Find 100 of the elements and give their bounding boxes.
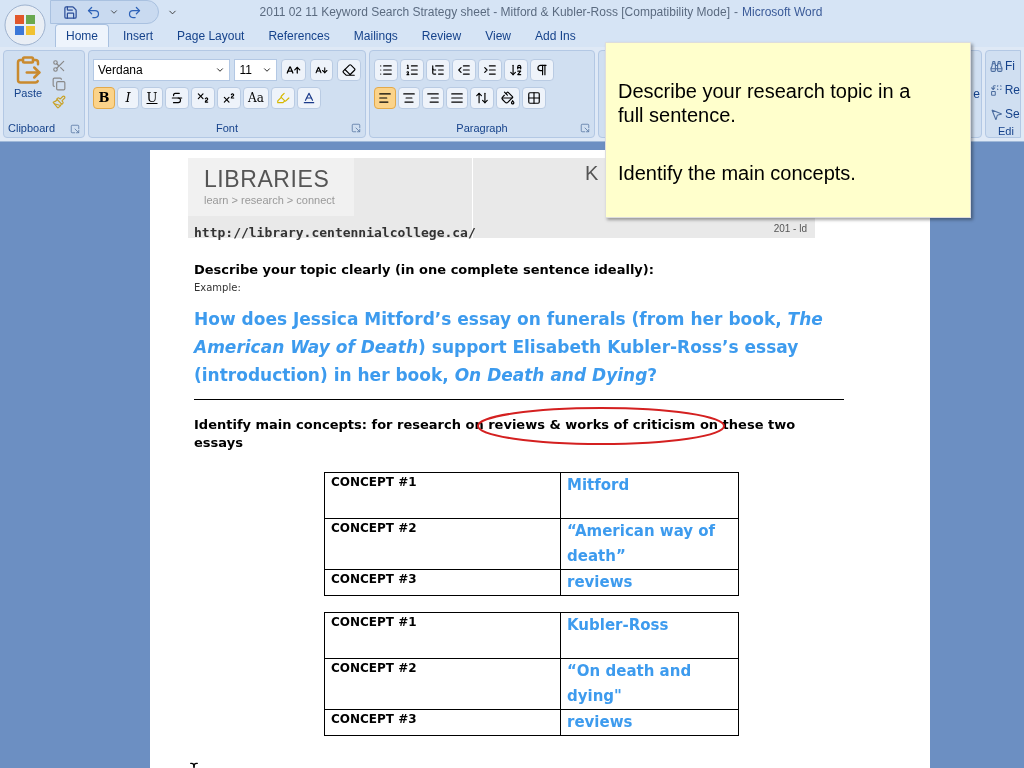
align-icon xyxy=(378,91,392,105)
ribbon-tab[interactable]: View xyxy=(475,24,521,47)
shading-button[interactable] xyxy=(496,87,520,109)
undo-icon[interactable] xyxy=(86,4,101,20)
ribbon-tab[interactable]: Insert xyxy=(113,24,164,47)
ribbon-tab[interactable]: Review xyxy=(411,24,472,47)
concept-label: CONCEPT #2 xyxy=(324,658,561,709)
circled-phrase: reviews & works of criticism xyxy=(488,416,696,432)
note-text: Identify the main concepts. xyxy=(618,161,857,185)
prompt-text: Describe your topic clearly (in one complete sentence ideally): xyxy=(194,261,655,279)
ribbon-tab[interactable]: Home xyxy=(55,24,109,47)
subscript-button[interactable] xyxy=(191,87,215,109)
line-spacing-icon xyxy=(475,91,489,105)
concept-label: CONCEPT #3 xyxy=(324,709,561,735)
group-label: Font xyxy=(216,121,238,137)
superscript-icon xyxy=(222,91,236,105)
concepts-prompt: essays xyxy=(194,433,243,452)
decrease-indent-button[interactable] xyxy=(452,59,476,81)
line-spacing-button[interactable] xyxy=(470,87,494,109)
increase-indent-button[interactable] xyxy=(478,59,502,81)
align-icon xyxy=(426,91,440,105)
borders-icon xyxy=(527,91,541,105)
multilevel-list-icon xyxy=(431,63,445,77)
font-name-value: Verdana xyxy=(98,62,143,79)
redo-icon[interactable] xyxy=(127,4,142,20)
window-title: 2011 02 11 Keyword Search Strategy sheet - Mitford & Kubler-Ross [Compatibility Mode] xyxy=(259,4,730,21)
concept-value: “American way of death” xyxy=(560,518,739,569)
concept-label: CONCEPT #3 xyxy=(324,569,561,595)
align-icon xyxy=(402,91,416,105)
sort-button[interactable] xyxy=(504,59,528,81)
subscript-icon xyxy=(196,91,210,105)
decrease-indent-icon xyxy=(457,63,471,77)
cut-icon[interactable] xyxy=(52,59,66,73)
example-label: Example: xyxy=(194,280,242,295)
strikethrough-icon xyxy=(170,91,184,105)
format-button[interactable]: I xyxy=(117,87,139,109)
banner-tagline: learn > research > connect xyxy=(204,193,335,208)
eraser-icon xyxy=(342,63,356,77)
alignment-button[interactable] xyxy=(446,87,468,109)
concept-label: CONCEPT #1 xyxy=(324,472,561,518)
pilcrow-button[interactable] xyxy=(530,59,554,81)
shrink-font-button[interactable] xyxy=(310,59,333,81)
banner-heading: K xyxy=(585,161,599,186)
grow-font-button[interactable] xyxy=(281,59,306,81)
save-icon[interactable] xyxy=(63,4,78,20)
paste-button[interactable]: Paste xyxy=(8,55,48,120)
numbering-button[interactable] xyxy=(400,59,424,81)
app-name: Microsoft Word xyxy=(742,4,823,21)
borders-button[interactable] xyxy=(522,87,546,109)
concept-value: Kubler-Ross xyxy=(560,612,739,658)
concept-value: Mitford xyxy=(560,472,739,518)
align-icon xyxy=(450,91,464,105)
button-label[interactable]: e xyxy=(973,85,981,103)
concept-value: reviews xyxy=(560,709,739,735)
editing-command[interactable]: Re xyxy=(1004,81,1020,99)
editing-icon[interactable] xyxy=(990,59,1003,73)
numbered-list-icon xyxy=(405,63,419,77)
caret-icon[interactable] xyxy=(262,65,272,75)
format-button[interactable]: U xyxy=(141,87,163,109)
sort-icon xyxy=(509,63,523,77)
clear-formatting-button[interactable] xyxy=(337,59,361,81)
strikethrough-button[interactable] xyxy=(165,87,189,109)
editing-command[interactable]: Fi xyxy=(1005,57,1015,75)
copy-icon[interactable] xyxy=(52,77,66,91)
banner-code: 201 - ld xyxy=(773,222,808,236)
font-color-icon xyxy=(301,91,316,105)
caret-icon[interactable] xyxy=(215,65,226,75)
library-url: http://library.centennialcollege.ca/ xyxy=(194,225,476,240)
caret-icon[interactable] xyxy=(109,7,119,17)
title-separator: - xyxy=(734,4,738,21)
font-size-value: 11 xyxy=(239,62,252,79)
banner-title: LIBRARIES xyxy=(204,166,330,192)
ribbon-tab[interactable]: Add Ins xyxy=(524,24,586,47)
superscript-button[interactable] xyxy=(217,87,241,109)
editing-icon[interactable] xyxy=(990,107,1003,121)
group-label: Paragraph xyxy=(456,121,508,137)
alignment-button[interactable] xyxy=(422,87,444,109)
ribbon-tab[interactable]: References xyxy=(258,24,340,47)
group-label: Edi xyxy=(998,124,1014,137)
note-text: Describe your research topic in a full sentence. xyxy=(618,79,912,127)
multilevel-list-button[interactable] xyxy=(426,59,450,81)
alignment-button[interactable] xyxy=(398,87,420,109)
concept-value: reviews xyxy=(560,569,739,595)
font-size-field[interactable]: 11 xyxy=(234,59,277,81)
bullet-list-icon xyxy=(379,63,393,77)
change-case-button[interactable]: Aa xyxy=(243,87,269,109)
font-color-button[interactable] xyxy=(296,87,321,109)
ribbon-tab[interactable]: Page Layout xyxy=(167,24,255,47)
editing-command[interactable]: Se xyxy=(1005,105,1020,123)
highlighter-icon xyxy=(275,91,290,105)
alignment-button[interactable] xyxy=(374,87,396,109)
bullets-button[interactable] xyxy=(374,59,398,81)
editing-icon[interactable] xyxy=(990,83,1003,97)
ribbon-tab[interactable]: Mailings xyxy=(343,24,408,47)
format-button[interactable]: B xyxy=(93,87,115,109)
font-name-field[interactable]: Verdana xyxy=(93,59,231,81)
concept-label: CONCEPT #1 xyxy=(324,612,561,658)
paint-bucket-icon xyxy=(501,91,515,105)
group-label: Clipboard xyxy=(8,121,56,137)
concepts-prompt: on these two xyxy=(698,416,796,432)
